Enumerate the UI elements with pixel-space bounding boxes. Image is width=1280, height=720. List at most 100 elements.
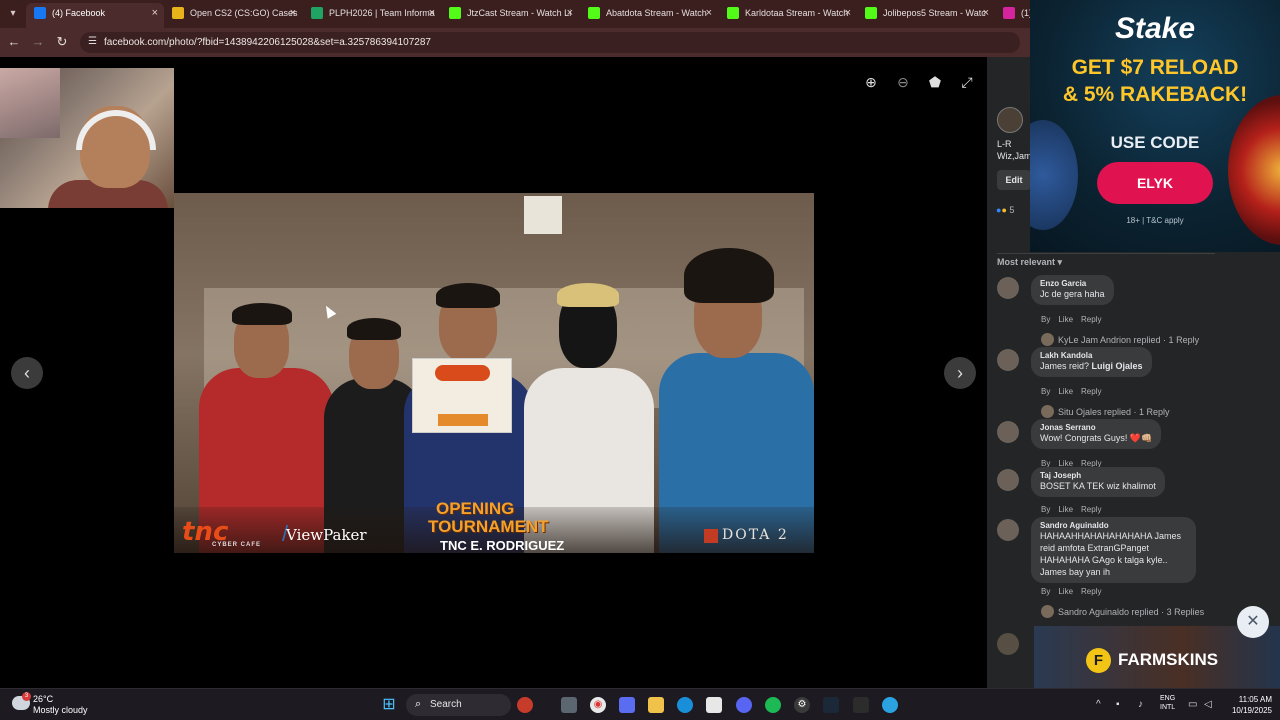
commenter-avatar[interactable] xyxy=(997,349,1019,371)
copilot-icon[interactable] xyxy=(619,697,635,713)
browser-tab[interactable]: PLPH2026 | Team Informa × xyxy=(303,3,441,28)
ad-code-button[interactable]: ELYK xyxy=(1097,162,1213,204)
browser-tab[interactable]: (1) xyxy=(995,3,1030,28)
tab-close-icon[interactable]: × xyxy=(567,3,573,24)
start-button-icon[interactable]: ⊞ xyxy=(381,697,397,713)
previous-photo-button[interactable]: ‹ xyxy=(11,357,43,389)
instagram-icon xyxy=(1003,7,1015,19)
chrome-icon[interactable]: ◉ xyxy=(590,697,606,713)
network-icon[interactable]: ▭ xyxy=(1188,699,1197,710)
opening-tournament-line2: TOURNAMENT xyxy=(428,517,549,536)
comment-bubble: Taj Joseph BOSET KA TEK wiz khalimot xyxy=(1031,467,1165,497)
reply-link[interactable]: Reply xyxy=(1081,505,1101,514)
commenter-name[interactable]: Lakh Kandola xyxy=(1040,351,1143,360)
terminal-icon[interactable] xyxy=(853,697,869,713)
reply-author-avatar xyxy=(1041,333,1054,346)
comment-sort-dropdown[interactable]: Most relevant ▾ xyxy=(997,257,1062,268)
store-icon[interactable] xyxy=(706,697,722,713)
commenter-avatar[interactable] xyxy=(997,469,1019,491)
reload-icon[interactable]: ↻ xyxy=(54,34,70,50)
site-info-icon[interactable]: ☰ xyxy=(88,36,97,47)
zoom-out-icon[interactable]: ⊖ xyxy=(894,73,912,91)
weather-temperature[interactable]: 26°C xyxy=(33,694,53,704)
taskbar-search[interactable]: ⌕ Search xyxy=(406,694,511,716)
tab-close-icon[interactable]: × xyxy=(983,3,989,24)
tab-close-icon[interactable]: × xyxy=(290,3,296,24)
commenter-avatar[interactable] xyxy=(997,421,1019,443)
tab-close-icon[interactable]: × xyxy=(845,3,851,24)
browser-tab[interactable]: Karldotaa Stream - Watch × xyxy=(719,3,857,28)
commenter-name[interactable]: Sandro Aguinaldo xyxy=(1040,521,1187,530)
browser-tab[interactable]: JtzCast Stream - Watch Li × xyxy=(441,3,579,28)
browser-tab[interactable]: Abatdota Stream - Watch × xyxy=(580,3,718,28)
steam-icon[interactable] xyxy=(823,697,839,713)
edit-button[interactable]: Edit xyxy=(997,170,1031,190)
task-view-icon[interactable] xyxy=(561,697,577,713)
language-indicator[interactable]: ENG INTL xyxy=(1160,694,1175,712)
tab-title: Open CS2 (CS:GO) Cases xyxy=(190,8,298,18)
comment-mention[interactable]: Luigi Ojales xyxy=(1092,361,1143,371)
search-label: Search xyxy=(430,699,462,710)
reply-link[interactable]: Reply xyxy=(1081,315,1101,324)
champion-certificate xyxy=(412,358,512,433)
commenter-avatar[interactable] xyxy=(997,519,1019,541)
view-replies-link[interactable]: Situ Ojales replied · 1 Reply xyxy=(1041,405,1170,418)
volume-icon[interactable]: ◁ xyxy=(1204,699,1212,710)
tag-icon[interactable]: ⬟ xyxy=(926,73,944,91)
commenter-name[interactable]: Taj Joseph xyxy=(1040,471,1156,480)
like-link[interactable]: Like xyxy=(1058,387,1073,396)
fullscreen-icon[interactable]: ⤢ xyxy=(958,73,976,91)
like-link[interactable]: Like xyxy=(1058,505,1073,514)
commenter-avatar[interactable] xyxy=(997,277,1019,299)
browser-tab[interactable]: Open CS2 (CS:GO) Cases × xyxy=(164,3,302,28)
tab-search-dropdown-icon[interactable]: ▾ xyxy=(4,5,22,23)
discord-icon[interactable] xyxy=(736,697,752,713)
file-explorer-icon[interactable] xyxy=(648,697,664,713)
webcam-overlay xyxy=(0,68,174,208)
commenter-name[interactable]: Enzo Garcia xyxy=(1040,279,1105,288)
telegram-icon[interactable] xyxy=(882,697,898,713)
reactions-summary[interactable]: ●● 5 xyxy=(996,205,1014,215)
ad-close-icon[interactable]: ✕ xyxy=(1237,606,1269,638)
tab-title: PLPH2026 | Team Informa xyxy=(329,8,435,18)
comment-bubble: Lakh Kandola James reid? Luigi Ojales xyxy=(1031,347,1152,377)
reply-link[interactable]: Reply xyxy=(1081,587,1101,596)
kick-icon xyxy=(588,7,600,19)
tab-close-icon[interactable]: × xyxy=(429,3,435,24)
zoom-in-icon[interactable]: ⊕ xyxy=(862,73,880,91)
viewpaker-logo: ViewPaker xyxy=(286,526,367,544)
commenter-name[interactable]: Jonas Serrano xyxy=(1040,423,1152,432)
like-link[interactable]: Like xyxy=(1058,587,1073,596)
reply-link[interactable]: Reply xyxy=(1081,387,1101,396)
next-photo-button[interactable]: › xyxy=(944,357,976,389)
microphone-icon[interactable]: ♪ xyxy=(1138,699,1143,710)
comment-body: Wow! Congrats Guys! ❤️👊🏼 xyxy=(1040,433,1153,443)
tray-overflow-icon[interactable]: ^ xyxy=(1096,699,1101,710)
stake-advertisement[interactable]: Stake GET $7 RELOAD & 5% RAKEBACK! USE C… xyxy=(1030,0,1280,252)
url-text: facebook.com/photo/?fbid=143894220612502… xyxy=(104,37,431,48)
settings-gear-icon[interactable]: ⚙ xyxy=(794,697,810,713)
farmskins-advertisement[interactable]: F FARMSKINS xyxy=(1034,626,1280,694)
view-replies-link[interactable]: Sandro Aguinaldo replied · 3 Replies xyxy=(1041,605,1204,618)
address-bar[interactable]: ☰ facebook.com/photo/?fbid=1438942206125… xyxy=(80,32,1020,53)
tab-close-icon[interactable]: × xyxy=(706,3,712,24)
weather-description[interactable]: Mostly cloudy xyxy=(33,705,88,715)
tray-app-icon[interactable]: ▪ xyxy=(1116,699,1120,710)
post-author-avatar[interactable] xyxy=(997,107,1023,133)
view-replies-link[interactable]: KyLe Jam Andrion replied · 1 Reply xyxy=(1041,333,1199,346)
widgets-icon[interactable] xyxy=(517,697,533,713)
ad-headline-1: GET $7 RELOAD xyxy=(1071,56,1239,79)
browser-tab[interactable]: (4) Facebook × xyxy=(26,3,164,28)
comment-actions: By Like Reply xyxy=(1041,387,1109,396)
back-arrow-icon[interactable]: ← xyxy=(6,34,22,50)
edge-icon[interactable] xyxy=(677,697,693,713)
tab-close-icon[interactable]: × xyxy=(152,3,158,24)
clock-time: 11:05 AM xyxy=(1238,695,1272,704)
replies-label: KyLe Jam Andrion replied · 1 Reply xyxy=(1058,335,1200,345)
tournament-photo[interactable]: tnc CYBER CAFE / ViewPaker OPENING TOURN… xyxy=(174,193,814,553)
like-link[interactable]: Like xyxy=(1058,315,1073,324)
clock[interactable]: 11:05 AM 10/19/2025 xyxy=(1226,694,1272,716)
forward-arrow-icon[interactable]: → xyxy=(30,34,46,50)
spotify-icon[interactable] xyxy=(765,697,781,713)
browser-tab[interactable]: Jolibepos5 Stream - Watc × xyxy=(857,3,995,28)
